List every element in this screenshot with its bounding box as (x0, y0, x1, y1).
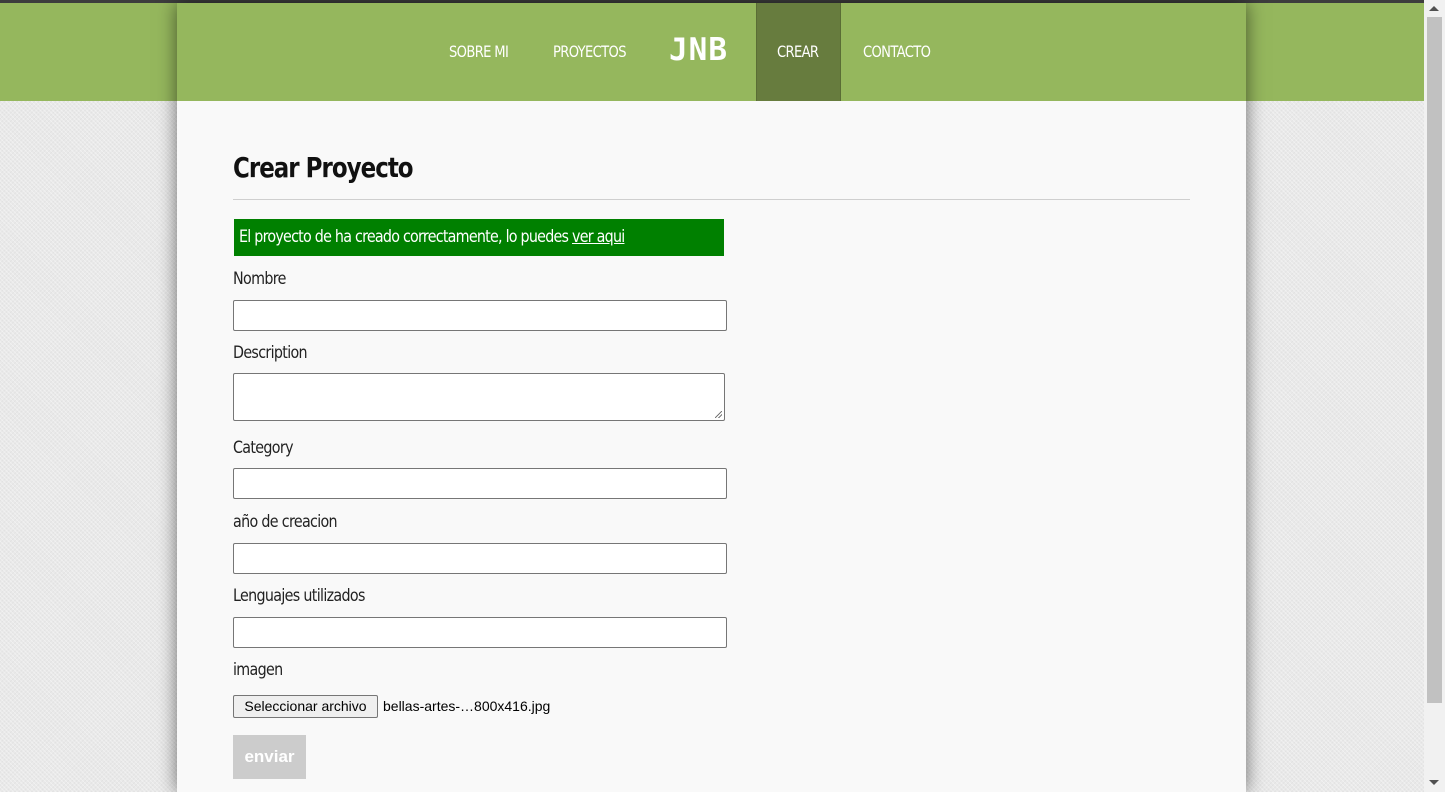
page-container: SOBRE MI PROYECTOS JNB CREAR CONTACTO Cr… (177, 3, 1246, 792)
label-description: Description (233, 343, 308, 363)
title-divider (233, 199, 1190, 200)
lenguajes-input[interactable] (233, 617, 727, 648)
label-anio-creacion: año de creacion (233, 512, 338, 532)
top-navigation: SOBRE MI PROYECTOS JNB CREAR CONTACTO (177, 3, 1246, 101)
vertical-scrollbar[interactable] (1424, 0, 1445, 792)
main-content: Crear Proyecto El proyecto de ha creado … (233, 148, 1190, 779)
anio-creacion-input[interactable] (233, 543, 727, 574)
category-input[interactable] (233, 468, 727, 499)
nombre-input[interactable] (233, 300, 727, 331)
label-imagen: imagen (233, 660, 283, 680)
nav-item-contacto[interactable]: CONTACTO (863, 3, 931, 101)
nav-item-sobre-mi[interactable]: SOBRE MI (449, 3, 509, 101)
scroll-down-icon[interactable] (1429, 780, 1439, 785)
scroll-up-icon[interactable] (1429, 6, 1439, 11)
page-title: Crear Proyecto (233, 151, 414, 184)
alert-message: El proyecto de ha creado correctamente, … (239, 227, 569, 247)
success-alert: El proyecto de ha creado correctamente, … (234, 219, 724, 256)
selected-file-name: bellas-artes-…800x416.jpg (383, 698, 551, 714)
nav-item-proyectos[interactable]: PROYECTOS (553, 3, 627, 101)
resize-grip-icon[interactable] (715, 411, 722, 418)
description-textarea[interactable] (233, 373, 725, 421)
choose-file-button[interactable]: Seleccionar archivo (233, 695, 378, 718)
site-logo[interactable]: JNB (669, 3, 728, 101)
submit-button[interactable]: enviar (233, 735, 306, 779)
nav-item-crear[interactable]: CREAR (777, 3, 819, 101)
scroll-thumb[interactable] (1427, 17, 1442, 703)
label-nombre: Nombre (233, 269, 286, 289)
alert-view-link[interactable]: ver aqui (572, 227, 625, 247)
label-lenguajes: Lenguajes utilizados (233, 586, 365, 606)
label-category: Category (233, 438, 294, 458)
